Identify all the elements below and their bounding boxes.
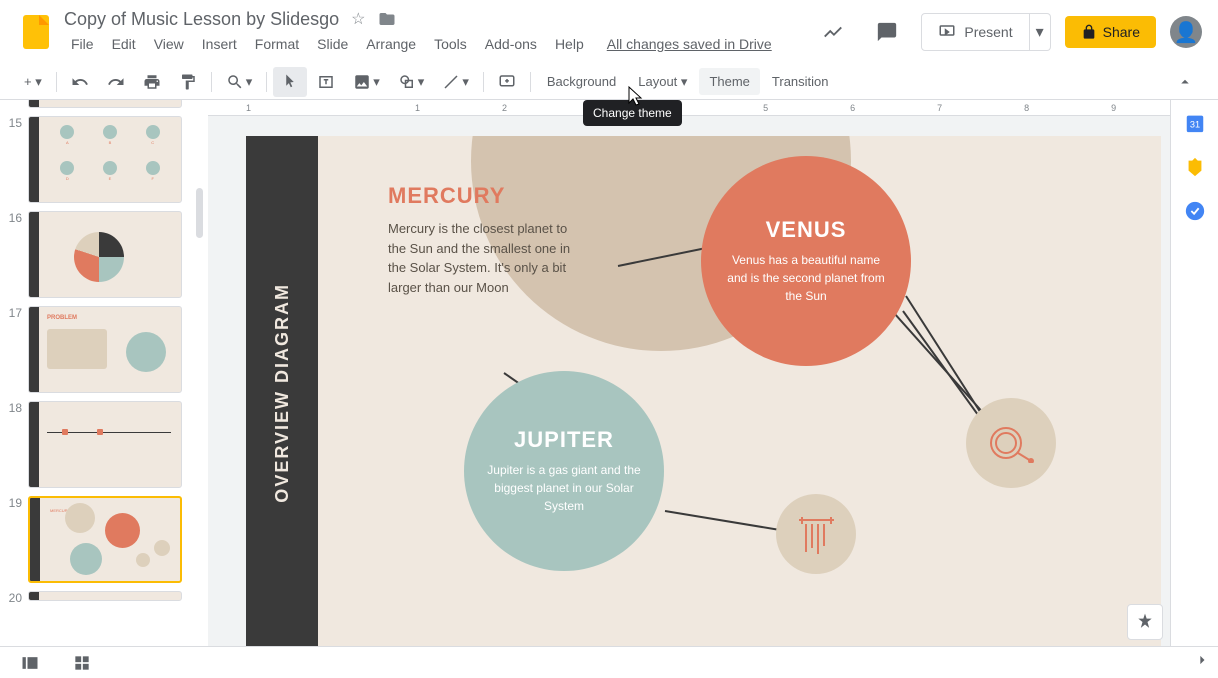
present-dropdown[interactable]: ▾	[1030, 13, 1051, 51]
separator	[483, 72, 484, 92]
menu-view[interactable]: View	[147, 32, 191, 56]
user-avatar[interactable]: 👤	[1170, 16, 1202, 48]
jupiter-text: Jupiter is a gas giant and the biggest p…	[484, 461, 644, 515]
select-tool[interactable]	[273, 67, 307, 97]
theme-tooltip: Change theme	[583, 100, 682, 126]
menu-addons[interactable]: Add-ons	[478, 32, 544, 56]
title-area: Copy of Music Lesson by Slidesgo ☆ File …	[64, 9, 813, 56]
menu-file[interactable]: File	[64, 32, 101, 56]
zoom-button[interactable]: ▾	[218, 67, 261, 97]
side-panel: 31	[1170, 100, 1218, 646]
chimes-icon-circle[interactable]	[776, 494, 856, 574]
side-panel-toggle-icon[interactable]	[1192, 650, 1212, 670]
textbox-tool[interactable]	[309, 67, 343, 97]
svg-text:31: 31	[1189, 120, 1199, 130]
theme-button[interactable]: Theme	[699, 68, 759, 95]
scrollbar-thumb[interactable]	[196, 188, 203, 238]
slide-canvas[interactable]: OVERVIEW DIAGRAM MERCURY Mercury is the …	[246, 136, 1161, 646]
slide-number: 15	[8, 116, 28, 203]
redo-button[interactable]	[99, 67, 133, 97]
bottom-bar	[0, 646, 1218, 678]
separator	[211, 72, 212, 92]
comments-icon[interactable]	[867, 12, 907, 52]
overview-sidebar[interactable]: OVERVIEW DIAGRAM	[246, 136, 318, 646]
line-tool[interactable]: ▾	[434, 67, 477, 97]
image-tool[interactable]: ▾	[345, 67, 388, 97]
drum-icon-circle[interactable]	[966, 398, 1056, 488]
shape-tool[interactable]: ▾	[390, 67, 433, 97]
main-area: 15 ABCDEF 16 17 PROBLEM 18 19 MERCURY 20	[0, 100, 1218, 646]
comment-tool[interactable]	[490, 67, 524, 97]
background-button[interactable]: Background	[537, 68, 626, 95]
slide-thumb-15[interactable]: ABCDEF	[28, 116, 182, 203]
drum-icon	[986, 423, 1036, 463]
present-button-group: Present ▾	[921, 13, 1050, 51]
slide-number: 16	[8, 211, 28, 298]
activity-icon[interactable]	[813, 12, 853, 52]
separator	[530, 72, 531, 92]
collapse-toolbar-icon[interactable]	[1168, 67, 1202, 97]
separator	[56, 72, 57, 92]
slide-thumb-16[interactable]	[28, 211, 182, 298]
slide-thumb-20[interactable]	[28, 591, 182, 601]
mercury-text: Mercury is the closest planet to the Sun…	[388, 219, 573, 297]
slides-icon	[23, 15, 49, 49]
toolbar: + ▾ ▾ ▾ ▾ ▾ Background Layout ▾ Theme Tr…	[0, 64, 1218, 100]
jupiter-circle[interactable]: JUPITER Jupiter is a gas giant and the b…	[464, 371, 664, 571]
tasks-icon[interactable]	[1184, 200, 1206, 222]
horizontal-ruler: 1 1 2 3 4 5 6 7 8 9	[208, 100, 1170, 116]
explore-button[interactable]	[1127, 604, 1163, 640]
app-logo[interactable]	[16, 12, 56, 52]
mercury-text-block[interactable]: MERCURY Mercury is the closest planet to…	[388, 183, 573, 297]
filmstrip-view-icon[interactable]	[16, 649, 44, 677]
chimes-icon	[794, 512, 839, 557]
share-button[interactable]: Share	[1065, 16, 1156, 48]
jupiter-title: JUPITER	[514, 427, 614, 453]
layout-button[interactable]: Layout ▾	[628, 68, 697, 96]
overview-label: OVERVIEW DIAGRAM	[272, 283, 293, 503]
slide-thumb-17[interactable]: PROBLEM	[28, 306, 182, 393]
star-icon[interactable]: ☆	[351, 9, 365, 29]
slide-thumb-partial[interactable]	[28, 100, 182, 108]
menu-help[interactable]: Help	[548, 32, 591, 56]
doc-title-row: Copy of Music Lesson by Slidesgo ☆	[64, 9, 813, 30]
slide-number: 19	[8, 496, 28, 583]
share-label: Share	[1103, 24, 1140, 40]
slide-number: 17	[8, 306, 28, 393]
print-button[interactable]	[135, 67, 169, 97]
venus-circle[interactable]: VENUS Venus has a beautiful name and is …	[701, 156, 911, 366]
grid-view-icon[interactable]	[68, 649, 96, 677]
slide-thumb-19[interactable]: MERCURY	[28, 496, 182, 583]
slide-thumb-18[interactable]	[28, 401, 182, 488]
new-slide-button[interactable]: + ▾	[16, 68, 50, 96]
header-actions: Present ▾ Share 👤	[813, 12, 1202, 52]
present-button[interactable]: Present	[921, 13, 1029, 51]
menu-tools[interactable]: Tools	[427, 32, 474, 56]
undo-button[interactable]	[63, 67, 97, 97]
calendar-icon[interactable]: 31	[1184, 112, 1206, 134]
venus-text: Venus has a beautiful name and is the se…	[721, 251, 891, 305]
slide-number: 18	[8, 401, 28, 488]
slide-number: 20	[8, 591, 28, 605]
menu-edit[interactable]: Edit	[105, 32, 143, 56]
separator	[266, 72, 267, 92]
mercury-title: MERCURY	[388, 183, 573, 209]
paint-format-button[interactable]	[171, 67, 205, 97]
menu-bar: File Edit View Insert Format Slide Arran…	[64, 32, 813, 56]
present-label: Present	[964, 24, 1012, 40]
venus-title: VENUS	[766, 217, 847, 243]
menu-arrange[interactable]: Arrange	[359, 32, 423, 56]
save-status[interactable]: All changes saved in Drive	[607, 36, 772, 52]
menu-slide[interactable]: Slide	[310, 32, 355, 56]
slide-number	[8, 100, 28, 108]
canvas-area: 1 1 2 3 4 5 6 7 8 9 OVERVIEW DIAGRAM	[208, 100, 1170, 646]
app-header: Copy of Music Lesson by Slidesgo ☆ File …	[0, 0, 1218, 64]
menu-format[interactable]: Format	[248, 32, 306, 56]
keep-icon[interactable]	[1184, 156, 1206, 178]
slide-filmstrip[interactable]: 15 ABCDEF 16 17 PROBLEM 18 19 MERCURY 20	[0, 100, 208, 646]
document-title[interactable]: Copy of Music Lesson by Slidesgo	[64, 9, 339, 30]
transition-button[interactable]: Transition	[762, 68, 839, 95]
folder-icon[interactable]	[378, 10, 396, 28]
menu-insert[interactable]: Insert	[195, 32, 244, 56]
